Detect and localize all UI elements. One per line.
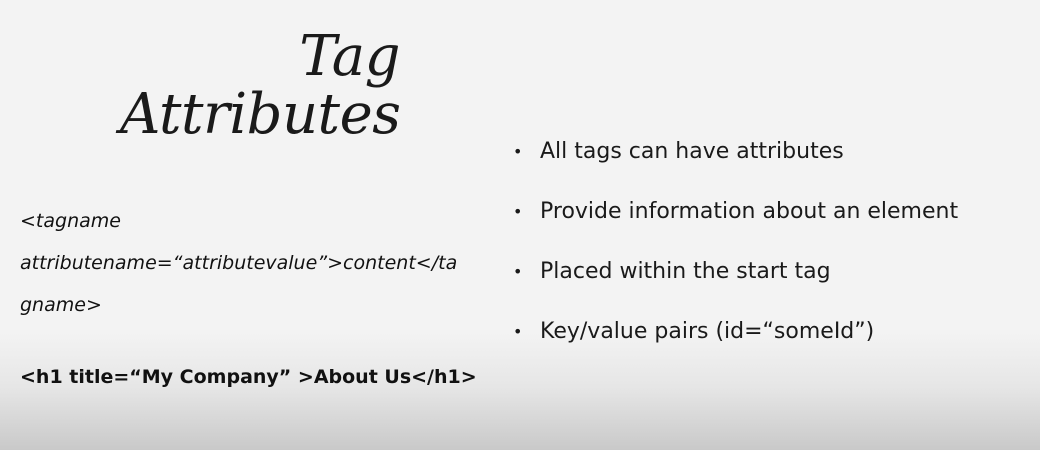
bullet-icon: • xyxy=(513,202,523,221)
bullet-item: • Key/value pairs (id=“someId”) xyxy=(513,314,958,374)
slide: Tag Attributes <tagname attributename=“a… xyxy=(0,0,1040,450)
syntax-line: attributename=“attributevalue”>content</… xyxy=(20,252,458,274)
bullet-item: • Provide information about an element xyxy=(513,194,958,254)
bullet-text: Placed within the start tag xyxy=(540,259,831,284)
bullet-icon: • xyxy=(513,142,523,161)
bullet-text: Provide information about an element xyxy=(540,199,959,224)
syntax-line: <tagname xyxy=(20,210,121,232)
example-code: <h1 title=“My Company” >About Us</h1> xyxy=(20,366,477,388)
bullet-text: All tags can have attributes xyxy=(540,139,844,164)
syntax-line: gname> xyxy=(20,294,102,316)
bullet-item: • Placed within the start tag xyxy=(513,254,958,314)
bullet-text: Key/value pairs (id=“someId”) xyxy=(540,319,875,344)
slide-title-line-1: Tag xyxy=(299,24,400,89)
slide-title-line-2: Attributes xyxy=(120,82,401,147)
bullet-icon: • xyxy=(513,322,523,341)
bullet-icon: • xyxy=(513,262,523,281)
syntax-block: <tagname attributename=“attributevalue”>… xyxy=(20,200,458,326)
slide-title: Tag Attributes xyxy=(120,24,401,147)
bullet-item: • All tags can have attributes xyxy=(513,134,958,194)
bullet-list: • All tags can have attributes • Provide… xyxy=(513,134,958,374)
